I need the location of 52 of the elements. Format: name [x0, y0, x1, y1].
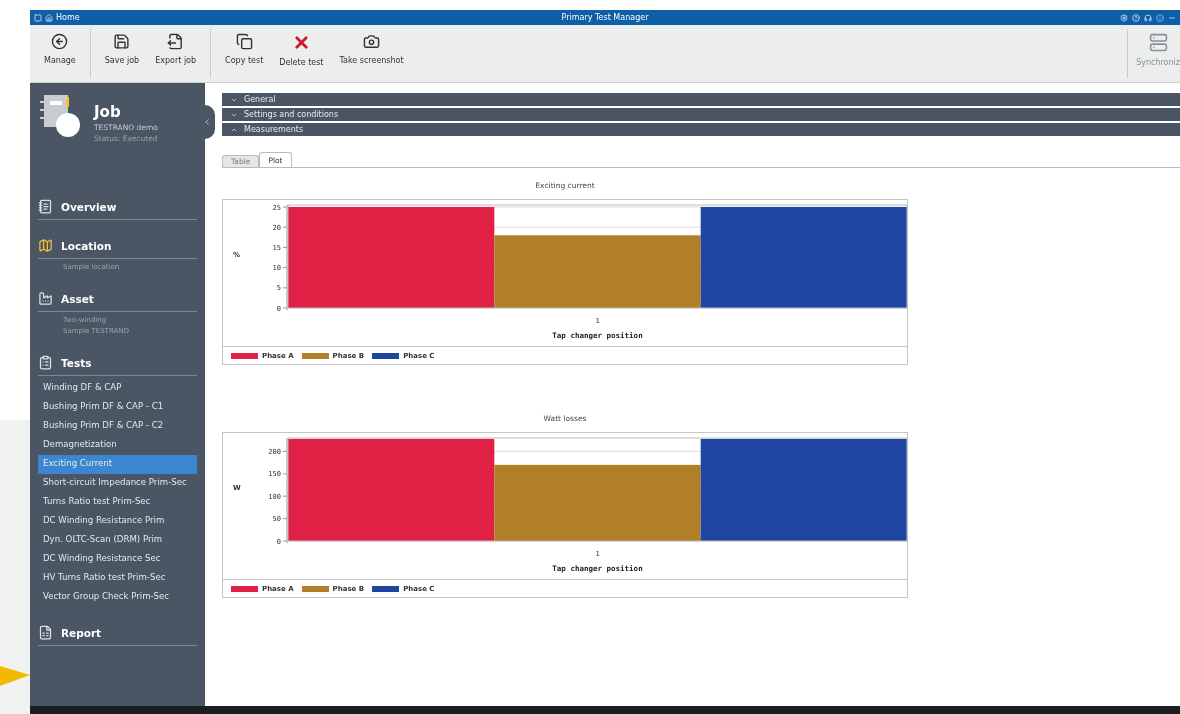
clipboard-icon	[38, 355, 53, 370]
sidebar-section[interactable]: Overview	[38, 193, 197, 220]
spreadsheet-icon	[38, 625, 53, 640]
job-title: Job	[94, 103, 122, 121]
test-item[interactable]: Dyn. OLTC-Scan (DRM) Prim	[38, 531, 197, 550]
section-title: Asset	[61, 292, 94, 305]
section-title: Overview	[61, 200, 117, 213]
window-title: Primary Test Manager	[561, 13, 649, 22]
home-label: Home	[56, 13, 80, 22]
sidebar-section[interactable]: Report	[38, 619, 197, 646]
camera-icon	[363, 33, 381, 50]
save-icon	[113, 33, 131, 50]
toolbar-button[interactable]: Save job	[96, 29, 148, 78]
copy-icon	[235, 33, 253, 50]
test-item[interactable]: HV Turns Ratio test Prim-Sec	[38, 569, 197, 588]
app-icon	[34, 13, 42, 22]
toolbar-button[interactable]: Copy test	[217, 29, 272, 78]
chevron-left-icon	[202, 117, 212, 127]
info-icon[interactable]	[1156, 13, 1164, 22]
home-icon	[45, 13, 53, 22]
toolbar-button[interactable]: Take screenshot	[331, 29, 412, 78]
sidebar-section[interactable]: Asset	[38, 285, 197, 312]
test-item[interactable]: DC Winding Resistance Sec	[38, 550, 197, 569]
factory-icon	[38, 291, 53, 306]
toolbar-button[interactable]: Export job	[147, 29, 205, 78]
server-icon	[1148, 33, 1168, 52]
notebook-icon	[38, 199, 53, 214]
map-icon	[38, 238, 53, 253]
test-item[interactable]: Turns Ratio test Prim-Sec	[38, 493, 197, 512]
test-item[interactable]: Bushing Prim DF & CAP - C1	[38, 398, 197, 417]
headset-icon[interactable]	[1144, 13, 1152, 22]
test-item[interactable]: Vector Group Check Prim-Sec	[38, 588, 197, 607]
test-item[interactable]: Winding DF & CAP	[38, 379, 197, 398]
section-title: Report	[61, 626, 102, 639]
section-title: Tests	[61, 356, 92, 369]
accordion-header[interactable]: Measurements	[222, 123, 1180, 136]
test-item[interactable]: DC Winding Resistance Prim	[38, 512, 197, 531]
accordion-header[interactable]: Settings and conditions	[222, 108, 1180, 121]
accordion-header[interactable]: General	[222, 93, 1180, 106]
test-item[interactable]: Short-circuit Impedance Prim-Sec	[38, 474, 197, 493]
sidebar-section[interactable]: Tests	[38, 349, 197, 376]
export-icon	[167, 33, 185, 50]
toolbar-button[interactable]: Delete test	[271, 29, 332, 78]
toolbar-button[interactable]: Manage	[36, 29, 84, 78]
sidebar-section[interactable]: Location	[38, 232, 197, 259]
job-icon	[38, 93, 82, 139]
test-item[interactable]: Bushing Prim DF & CAP - C2	[38, 417, 197, 436]
help-icon[interactable]	[1132, 13, 1140, 22]
back-icon	[51, 33, 69, 50]
section-title: Location	[61, 239, 112, 252]
settings-icon[interactable]	[1120, 13, 1128, 22]
test-item[interactable]: Demagnetization	[38, 436, 197, 455]
